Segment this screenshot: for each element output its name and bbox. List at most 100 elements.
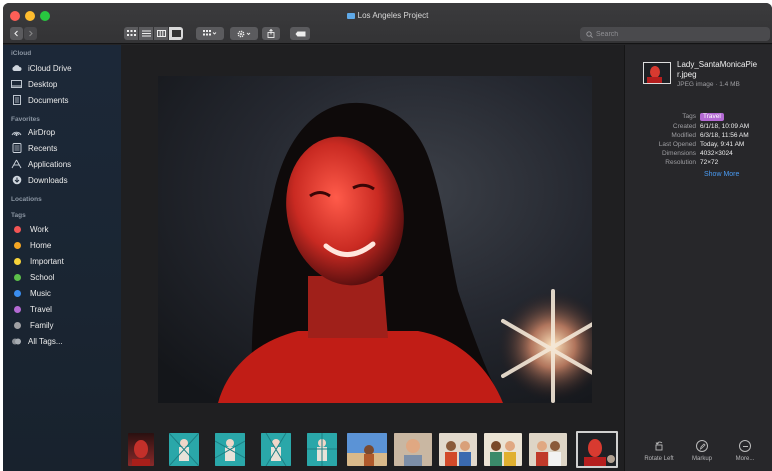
quick-action-label: Markup bbox=[691, 456, 712, 462]
group-button[interactable] bbox=[196, 27, 224, 40]
tag-dot-icon bbox=[14, 225, 21, 233]
sidebar-item-label: Downloads bbox=[28, 175, 68, 185]
photo-lady-santa-monica-pier bbox=[158, 76, 592, 403]
minimize-window-button[interactable] bbox=[25, 11, 35, 21]
sidebar-item-label: Work bbox=[30, 224, 49, 234]
thumbnail-selected[interactable] bbox=[576, 431, 618, 468]
sidebar-item-tag-family[interactable]: Family bbox=[11, 318, 119, 332]
quick-action-label: Rotate Left bbox=[644, 456, 674, 462]
rotate-left-button[interactable]: Rotate Left bbox=[639, 440, 679, 462]
thumbnail[interactable] bbox=[439, 433, 477, 466]
sidebar-item-tag-music[interactable]: Music bbox=[11, 286, 119, 300]
meta-key: Tags bbox=[682, 113, 696, 120]
forward-button[interactable] bbox=[24, 27, 37, 40]
sidebar-item-label: Family bbox=[30, 320, 54, 330]
window-title: Los Angeles Project bbox=[3, 11, 772, 20]
tag-badge[interactable]: Travel bbox=[700, 112, 724, 121]
markup-button[interactable]: Markup bbox=[682, 440, 722, 462]
more-button[interactable]: More... bbox=[725, 440, 765, 462]
group-grid-icon bbox=[203, 30, 217, 36]
icon-view-icon bbox=[126, 30, 136, 36]
tag-dot-icon bbox=[14, 241, 21, 249]
meta-row: Modified 6/3/18, 11:56 AM bbox=[625, 131, 772, 140]
sidebar-item-label: Recents bbox=[28, 143, 58, 153]
cloud-icon bbox=[11, 63, 22, 74]
thumbnail[interactable] bbox=[394, 433, 432, 466]
close-window-button[interactable] bbox=[10, 11, 20, 21]
sidebar-section-header: Locations bbox=[11, 196, 42, 203]
meta-key: Created bbox=[672, 123, 696, 130]
sidebar: iCloud iCloud Drive Desktop Documents Fa… bbox=[3, 45, 121, 471]
search-field[interactable] bbox=[580, 27, 770, 41]
sidebar-item-label: Music bbox=[30, 288, 51, 298]
sidebar-item-label: Home bbox=[30, 240, 52, 250]
sidebar-item-label: School bbox=[30, 272, 55, 282]
thumbnail[interactable] bbox=[261, 433, 291, 466]
tag-dot-icon bbox=[14, 321, 21, 329]
thumbnail[interactable] bbox=[169, 433, 199, 466]
gallery-view-button[interactable] bbox=[169, 27, 183, 40]
sidebar-section-header: iCloud bbox=[11, 50, 32, 57]
preview-inspector: Lady_SantaMonicaPie r.jpeg JPEG image · 1… bbox=[624, 45, 772, 471]
tag-button[interactable] bbox=[290, 27, 310, 40]
sidebar-item-airdrop[interactable]: AirDrop bbox=[11, 125, 119, 139]
sidebar-item-downloads[interactable]: Downloads bbox=[11, 173, 119, 187]
sidebar-item-tag-travel[interactable]: Travel bbox=[11, 302, 119, 316]
markup-icon bbox=[696, 440, 708, 452]
search-input[interactable] bbox=[596, 30, 756, 38]
column-view-icon bbox=[156, 30, 166, 37]
applications-icon bbox=[11, 159, 22, 170]
icon-view-button[interactable] bbox=[124, 27, 138, 40]
sidebar-section-header: Favorites bbox=[11, 116, 40, 123]
sidebar-item-tag-work[interactable]: Work bbox=[11, 222, 119, 236]
tag-dot-icon bbox=[14, 273, 21, 281]
sidebar-item-icloud-drive[interactable]: iCloud Drive bbox=[11, 61, 119, 75]
gallery-view bbox=[121, 45, 624, 471]
column-view-button[interactable] bbox=[154, 27, 168, 40]
meta-key: Last Opened bbox=[658, 141, 696, 148]
share-button[interactable] bbox=[262, 27, 280, 40]
file-name-line1: Lady_SantaMonicaPie bbox=[677, 60, 758, 69]
meta-key: Dimensions bbox=[662, 150, 696, 157]
meta-key: Resolution bbox=[665, 159, 696, 166]
sidebar-item-label: All Tags... bbox=[28, 336, 63, 346]
sidebar-item-tag-important[interactable]: Important bbox=[11, 254, 119, 268]
sidebar-item-all-tags[interactable]: All Tags... bbox=[11, 334, 119, 348]
thumbnail[interactable] bbox=[347, 433, 387, 466]
back-button[interactable] bbox=[10, 27, 23, 40]
image-preview[interactable] bbox=[158, 76, 592, 403]
action-button[interactable] bbox=[230, 27, 258, 40]
thumbnail[interactable] bbox=[484, 433, 522, 466]
meta-row-tags: Tags Travel bbox=[625, 112, 772, 121]
desktop-icon bbox=[11, 79, 22, 90]
sidebar-item-applications[interactable]: Applications bbox=[11, 157, 119, 171]
sidebar-item-desktop[interactable]: Desktop bbox=[11, 77, 119, 91]
search-icon bbox=[586, 30, 593, 38]
finder-window: Los Angeles Project Search iCloud iCloud… bbox=[3, 3, 772, 471]
view-mode-selector bbox=[124, 27, 183, 40]
share-icon bbox=[267, 29, 275, 38]
rotate-left-icon bbox=[653, 440, 665, 452]
sidebar-item-label: Important bbox=[30, 256, 64, 266]
thumbnail[interactable] bbox=[128, 433, 154, 466]
sidebar-item-tag-school[interactable]: School bbox=[11, 270, 119, 284]
show-more-link[interactable]: Show More bbox=[704, 171, 739, 178]
sidebar-item-documents[interactable]: Documents bbox=[11, 93, 119, 107]
chevron-right-icon bbox=[29, 30, 33, 37]
thumbnail[interactable] bbox=[215, 433, 245, 466]
thumbnail-strip bbox=[121, 428, 624, 471]
thumbnail[interactable] bbox=[529, 433, 567, 466]
file-name-line2: r.jpeg bbox=[677, 70, 697, 79]
list-view-button[interactable] bbox=[139, 27, 153, 40]
list-view-icon bbox=[141, 30, 151, 37]
sidebar-item-tag-home[interactable]: Home bbox=[11, 238, 119, 252]
zoom-window-button[interactable] bbox=[40, 11, 50, 21]
folder-icon bbox=[346, 13, 355, 19]
meta-value: 4032×3024 bbox=[700, 150, 733, 157]
sidebar-item-label: iCloud Drive bbox=[28, 63, 72, 73]
file-name: Lady_SantaMonicaPie r.jpeg bbox=[677, 60, 769, 80]
meta-value: 72×72 bbox=[700, 159, 719, 166]
sidebar-item-label: Desktop bbox=[28, 79, 58, 89]
sidebar-item-recents[interactable]: Recents bbox=[11, 141, 119, 155]
thumbnail[interactable] bbox=[307, 433, 337, 466]
